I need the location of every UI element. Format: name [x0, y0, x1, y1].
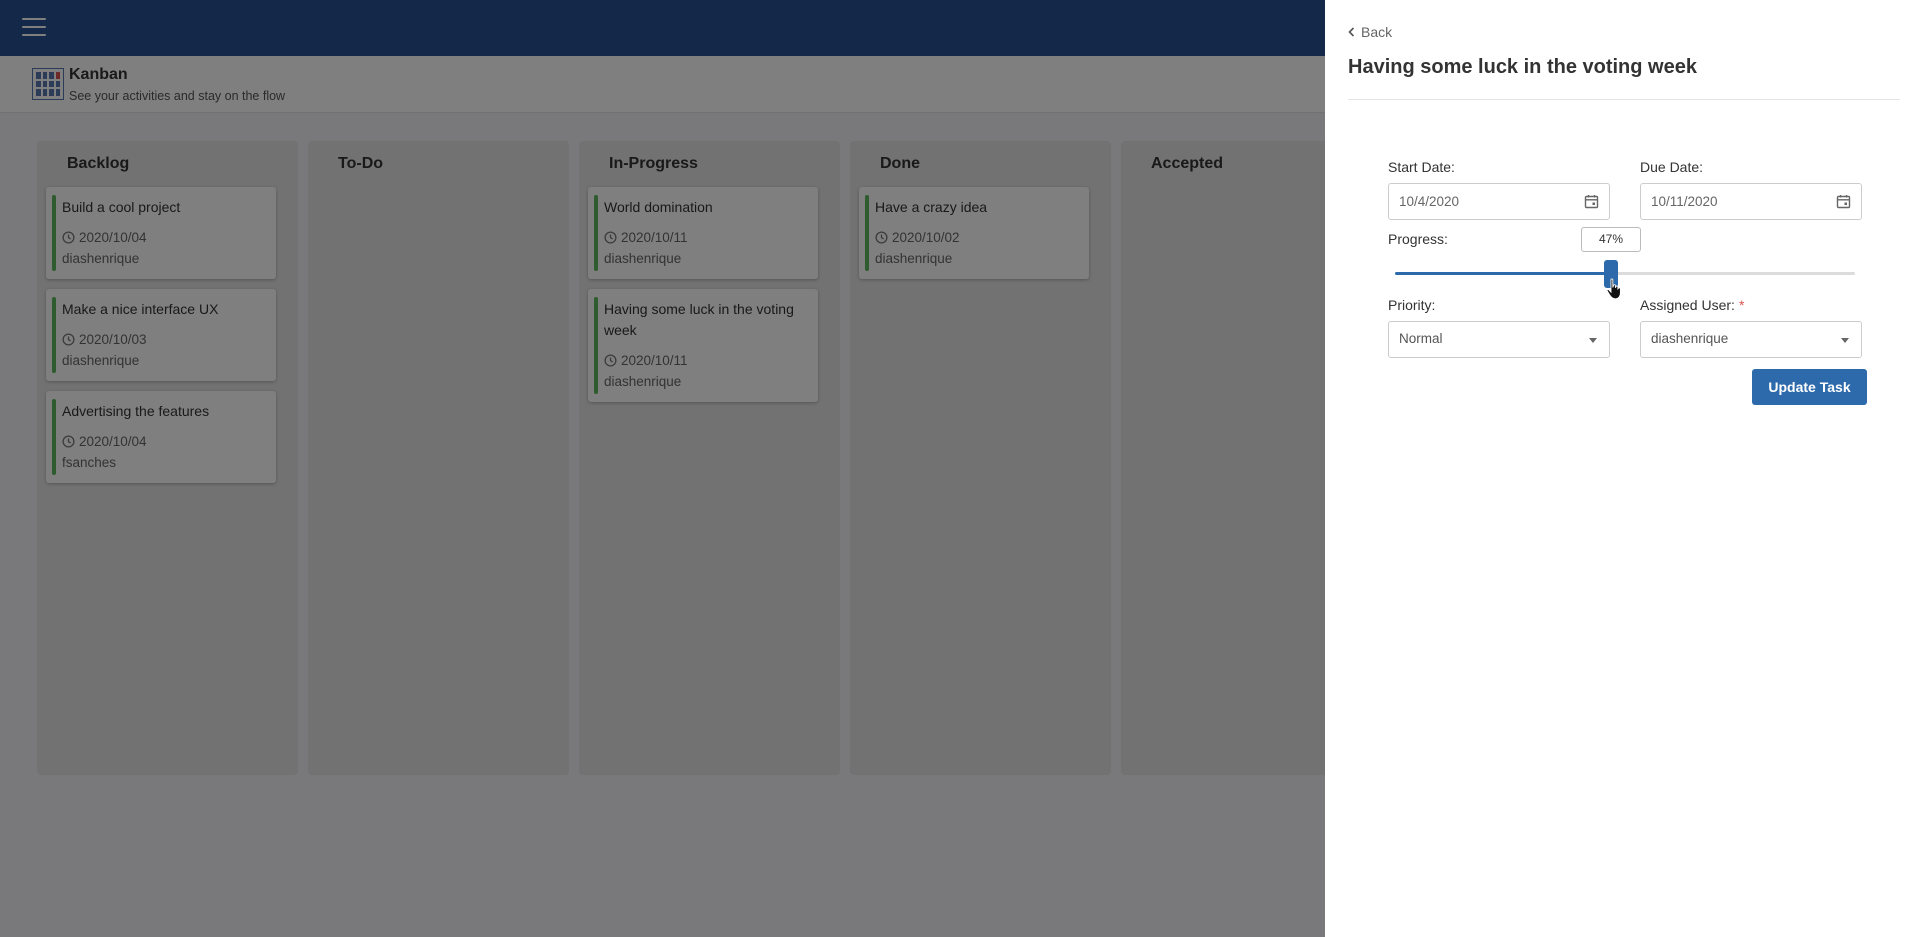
- task-title: Having some luck in the voting week: [1348, 56, 1697, 78]
- task-edit-panel: Back Having some luck in the voting week…: [1325, 0, 1920, 937]
- due-date-field[interactable]: [1640, 183, 1862, 220]
- start-date-label: Start Date:: [1388, 159, 1455, 175]
- progress-tooltip: 47%: [1581, 227, 1641, 252]
- update-task-button[interactable]: Update Task: [1752, 369, 1867, 405]
- chevron-down-icon: [1589, 338, 1597, 343]
- assigned-user-label: Assigned User: *: [1640, 297, 1745, 313]
- chevron-left-icon: [1348, 24, 1355, 40]
- chevron-down-icon: [1841, 338, 1849, 343]
- assigned-user-value: diashenrique: [1651, 331, 1729, 346]
- required-mark: *: [1738, 297, 1745, 313]
- calendar-icon[interactable]: [1836, 194, 1851, 214]
- start-date-field[interactable]: [1388, 183, 1610, 220]
- back-label: Back: [1361, 24, 1393, 40]
- divider: [1348, 99, 1900, 100]
- priority-select[interactable]: Normal: [1388, 321, 1610, 358]
- hand-pointer-icon: [1606, 278, 1622, 305]
- due-date-input[interactable]: [1641, 184, 1821, 219]
- start-date-input[interactable]: [1389, 184, 1569, 219]
- slider-fill: [1395, 272, 1611, 275]
- priority-value: Normal: [1399, 331, 1443, 346]
- back-link[interactable]: Back: [1348, 24, 1392, 40]
- calendar-icon[interactable]: [1584, 194, 1599, 214]
- progress-label: Progress:: [1388, 231, 1448, 247]
- progress-slider[interactable]: 47%: [1395, 227, 1855, 288]
- assigned-user-select[interactable]: diashenrique: [1640, 321, 1862, 358]
- priority-label: Priority:: [1388, 297, 1436, 313]
- due-date-label: Due Date:: [1640, 159, 1704, 175]
